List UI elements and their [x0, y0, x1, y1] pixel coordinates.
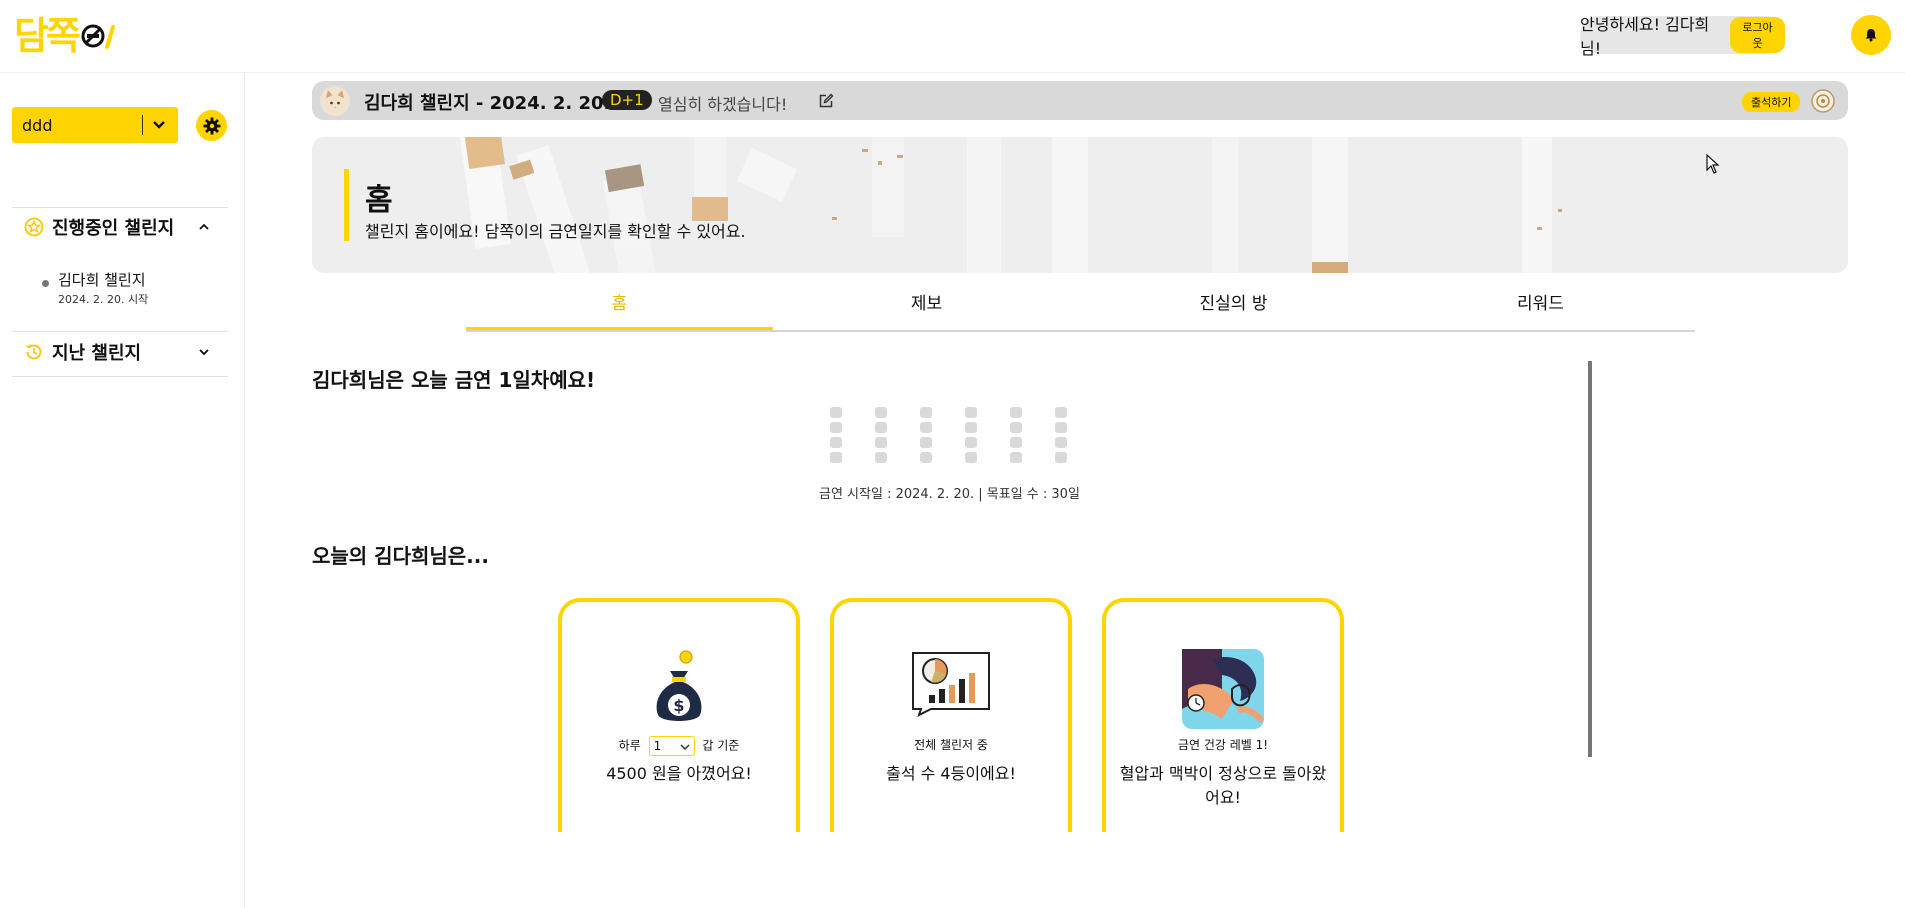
dot-column [920, 407, 932, 467]
dot-column [875, 407, 887, 467]
attendance-rank: 출석 수 4등이에요! [886, 764, 1016, 783]
reward-icon[interactable] [1810, 88, 1836, 114]
select-divider [142, 115, 143, 135]
dday-badge: D+1 [602, 90, 652, 110]
challenge-select-value: ddd [22, 116, 53, 135]
tab-home[interactable]: 홈 [466, 286, 773, 330]
active-challenges-title: 진행중인 챌린지 [52, 218, 175, 239]
gear-icon [203, 117, 220, 134]
tab-bar: 홈 제보 진실의 방 리워드 [466, 286, 1695, 332]
past-challenges-title: 지난 챌린지 [52, 343, 142, 364]
packs-per-day-select[interactable]: 1 [648, 736, 695, 756]
dot-column [1055, 407, 1067, 467]
sidebar-divider [12, 331, 228, 332]
settings-button[interactable] [196, 110, 227, 141]
attendance-context: 전체 챌린저 중 [914, 738, 988, 752]
packs-select-value: 1 [653, 739, 662, 753]
attendance-button[interactable]: 출석하기 [1742, 92, 1801, 112]
greeting-text: 안녕하세요! 김다희 님! [1580, 15, 1710, 58]
chevron-up-icon [199, 223, 209, 230]
page-subtitle: 챌린지 홈이에요! 담쪽이의 금연일지를 확인할 수 있어요. [365, 222, 746, 241]
dot-column [1010, 407, 1022, 467]
tab-reward[interactable]: 리워드 [1387, 286, 1694, 330]
health-level-desc: 혈압과 맥박이 정상으로 돌아왔어요! [1119, 764, 1327, 807]
chart-icon [912, 652, 990, 717]
tab-truth-room[interactable]: 진실의 방 [1080, 286, 1387, 330]
logout-button[interactable]: 로그아웃 [1730, 17, 1785, 53]
savings-basis: 하루 1 갑 기준 [562, 736, 796, 756]
past-challenges-toggle[interactable]: 지난 챌린지 [24, 339, 228, 365]
scrollbar[interactable] [1588, 361, 1592, 757]
sidebar: ddd 진행중인 챌린지 김다희 챌린지 2024. 2. 20. 시작 지난 … [0, 73, 245, 908]
savings-card: $ 하루 1 갑 기준 4500 원을 아꼈어요! [558, 598, 800, 832]
chevron-down-icon [153, 121, 165, 129]
active-challenges-toggle[interactable]: 진행중인 챌린지 [24, 214, 228, 240]
today-section-title: 오늘의 김다희님은... [312, 544, 489, 568]
attendance-rank-card: 전체 챌린저 중 출석 수 4등이에요! [830, 598, 1072, 832]
page-title: 홈 [365, 183, 393, 218]
tab-report[interactable]: 제보 [773, 286, 1080, 330]
logo[interactable]: 담쪽 [14, 14, 116, 58]
no-smoking-logo-icon [81, 24, 115, 49]
blood-pressure-icon [1182, 649, 1264, 729]
cigarette-background-image [458, 137, 1562, 273]
challenge-name: 김다희 챌린지 [58, 271, 146, 289]
today-heading: 김다희님은 오늘 금연 1일차예요! [312, 368, 596, 392]
sidebar-divider [12, 207, 228, 208]
challenge-title: 김다희 챌린지 - 2024. 2. 20. [364, 93, 611, 114]
challenge-select[interactable]: ddd [12, 107, 178, 143]
savings-prefix: 하루 [618, 738, 641, 753]
savings-suffix: 갑 기준 [702, 738, 740, 753]
sidebar-divider [12, 376, 228, 377]
challenge-start-date: 2024. 2. 20. 시작 [58, 293, 149, 306]
challenge-motto: 열심히 하겠습니다! [658, 95, 788, 114]
cat-avatar-icon [320, 86, 350, 116]
challenge-info-bar: 김다희 챌린지 - 2024. 2. 20. D+1 열심히 하겠습니다! 출석… [312, 81, 1848, 120]
bullet-dot [42, 280, 49, 287]
history-icon [26, 344, 42, 360]
avatar [320, 86, 350, 116]
logo-text: 담쪽 [14, 14, 81, 58]
notification-button[interactable] [1851, 15, 1891, 55]
savings-amount: 4500 원을 아꼈어요! [606, 764, 752, 783]
quit-stats-line: 금연 시작일 : 2024. 2. 20. | 목표일 수 : 30일 [819, 487, 1080, 502]
page-banner: 홈 챌린지 홈이에요! 담쪽이의 금연일지를 확인할 수 있어요. [312, 137, 1848, 273]
bell-icon [1865, 29, 1877, 42]
dot-column [965, 407, 977, 467]
money-bag-icon: $ [656, 650, 702, 721]
greeting-pill: 안녕하세요! 김다희 님! 로그아웃 [1580, 15, 1785, 58]
star-circle-icon [24, 217, 44, 237]
dot-column [830, 407, 842, 467]
banner-accent-bar [344, 169, 349, 241]
chevron-down-icon [680, 744, 690, 751]
health-level-card: 금연 건강 레벨 1! 혈압과 맥박이 정상으로 돌아왔어요! [1102, 598, 1344, 832]
mouse-cursor-icon [1706, 154, 1720, 174]
top-bar: 담쪽 안녕하세요! 김다희 님! 로그아웃 [0, 0, 1905, 73]
chevron-down-icon [199, 349, 209, 356]
svg-text:$: $ [673, 696, 684, 715]
edit-icon[interactable] [818, 93, 834, 109]
health-level-title: 금연 건강 레벨 1! [1177, 738, 1269, 752]
